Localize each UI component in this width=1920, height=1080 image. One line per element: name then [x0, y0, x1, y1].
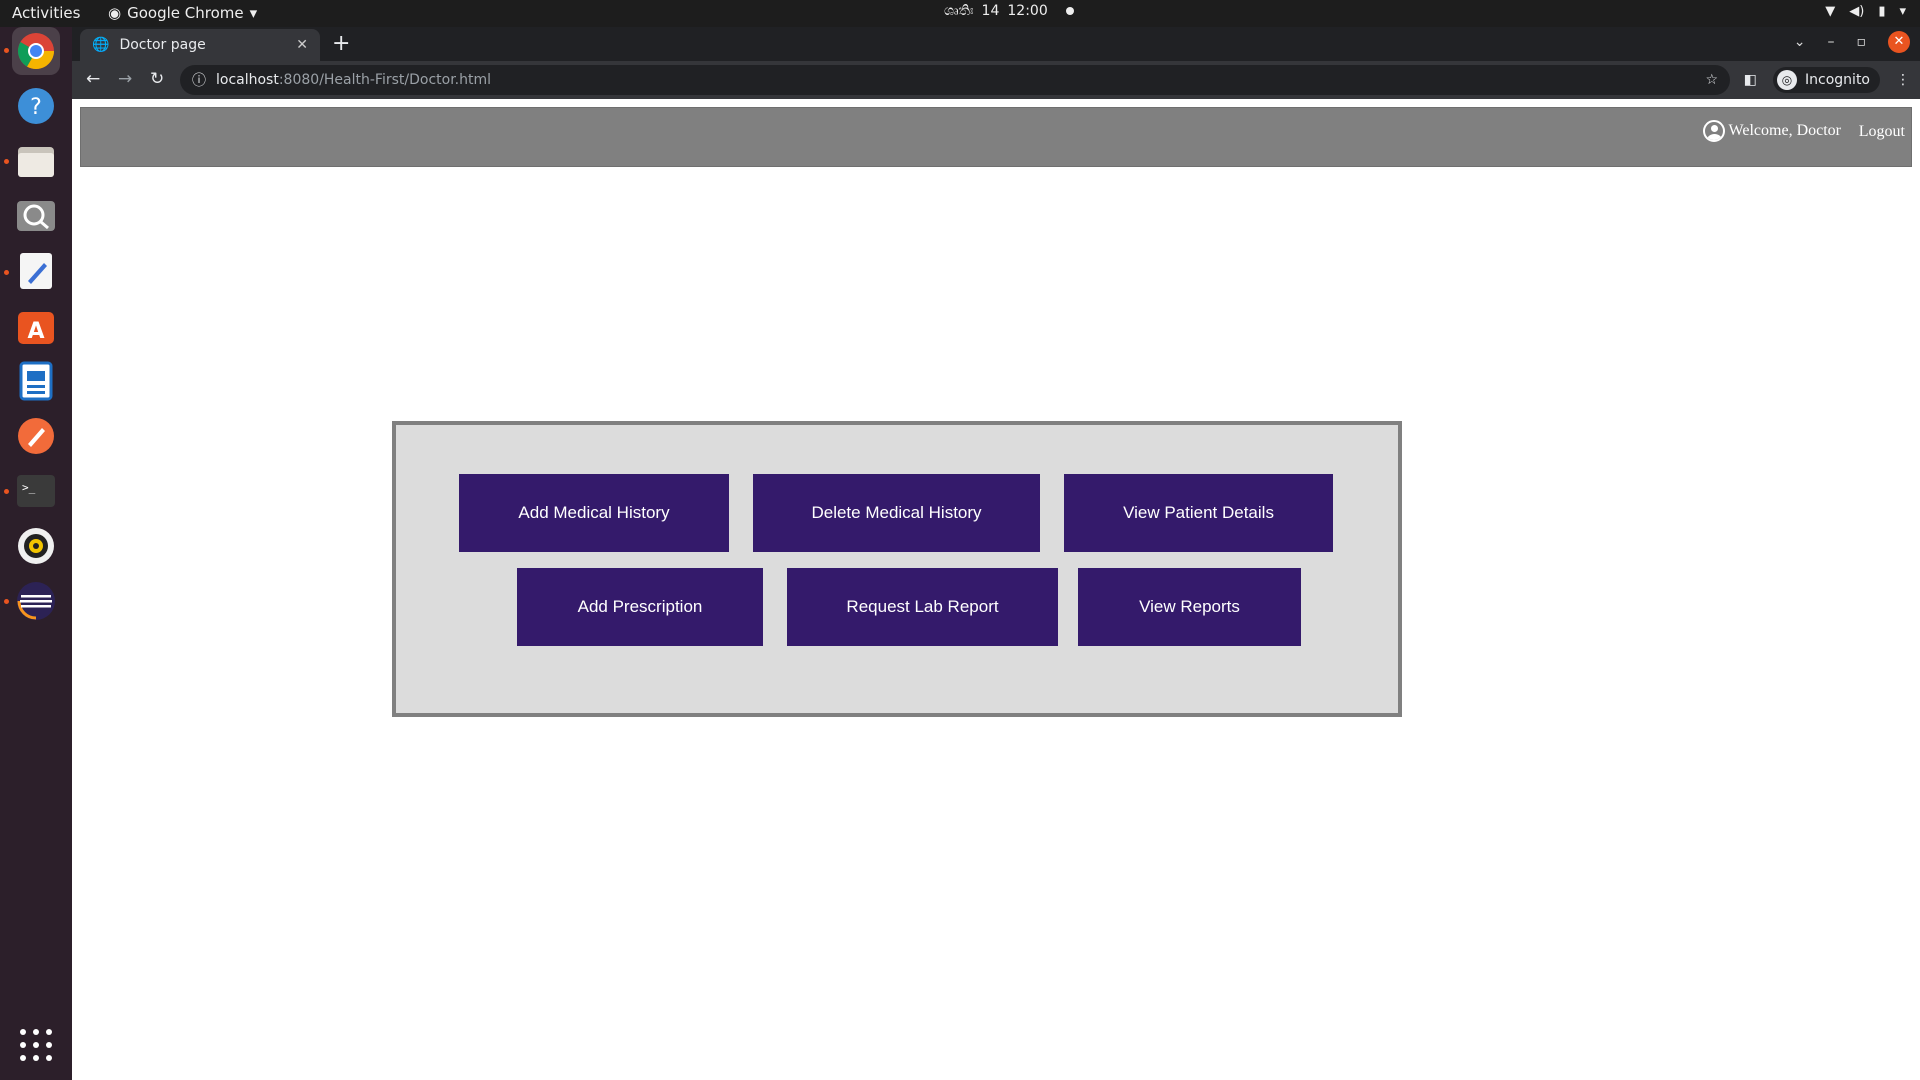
address-bar[interactable]: ⓘ localhost:8080/Health-First/Doctor.htm…: [180, 65, 1730, 95]
chevron-down-icon: ▾: [1899, 4, 1906, 19]
app-menu[interactable]: ◉ Google Chrome ▾: [108, 4, 257, 22]
add-prescription-button[interactable]: Add Prescription: [517, 568, 763, 646]
svg-text:?: ?: [30, 95, 42, 120]
terminal-icon[interactable]: >_: [12, 467, 60, 515]
view-patient-details-button[interactable]: View Patient Details: [1064, 474, 1333, 552]
writer-icon[interactable]: [12, 357, 60, 405]
close-icon[interactable]: ✕: [296, 37, 308, 53]
tab-search-icon[interactable]: ⌄: [1794, 34, 1806, 50]
forward-icon[interactable]: →: [118, 69, 132, 89]
svg-text:A: A: [27, 319, 44, 344]
doctor-actions-panel: Add Medical History Delete Medical Histo…: [392, 421, 1402, 717]
running-indicator: [4, 599, 9, 604]
bookmark-star-icon[interactable]: ☆: [1705, 72, 1718, 88]
battery-icon: ▮: [1878, 4, 1886, 19]
activities-button[interactable]: Activities: [12, 4, 80, 22]
app-menu-label: Google Chrome: [127, 4, 244, 22]
close-window-icon[interactable]: ✕: [1888, 31, 1910, 53]
tab-title: Doctor page: [119, 37, 206, 53]
eclipse-icon[interactable]: [12, 577, 60, 625]
globe-icon: 🌐: [92, 37, 110, 53]
tab-strip: 🌐 Doctor page ✕ + ⌄ – ▫ ✕: [72, 27, 1920, 61]
inkscape-icon[interactable]: [12, 412, 60, 460]
clock-time: 12:00: [1007, 3, 1048, 19]
user-avatar-icon: [1702, 120, 1725, 142]
chrome-small-icon: ◉: [108, 4, 122, 22]
welcome-text: Welcome, Doctor: [1728, 122, 1841, 139]
chrome-icon[interactable]: [12, 27, 60, 75]
search-icon[interactable]: [12, 192, 60, 240]
chevron-down-icon: ▾: [249, 4, 258, 22]
system-top-bar: Activities ◉ Google Chrome ▾ ශ්‍රුතිඃ 14…: [0, 0, 1920, 27]
url-host: localhost: [216, 72, 279, 88]
new-tab-button[interactable]: +: [332, 31, 350, 56]
web-page: Welcome, Doctor Logout Add Medical Histo…: [72, 99, 1920, 1080]
maximize-icon[interactable]: ▫: [1857, 34, 1867, 50]
tab-doctor-page[interactable]: 🌐 Doctor page ✕: [80, 29, 320, 61]
incognito-label: Incognito: [1805, 72, 1870, 88]
window-controls: ⌄ – ▫ ✕: [1794, 31, 1910, 53]
logout-link[interactable]: Logout: [1859, 123, 1905, 141]
running-indicator: [4, 159, 9, 164]
volume-icon: ◀): [1849, 4, 1865, 19]
rhythmbox-icon[interactable]: [12, 522, 60, 570]
add-medical-history-button[interactable]: Add Medical History: [459, 474, 729, 552]
text-editor-icon[interactable]: [12, 247, 60, 295]
toolbar-right: ◧ ◎ Incognito ⋮: [1744, 67, 1910, 93]
wifi-icon: ▼: [1825, 4, 1836, 19]
notification-dot-icon: [1065, 7, 1074, 15]
running-indicator: [4, 489, 9, 494]
clock-day: 14: [981, 3, 1000, 19]
incognito-icon: ◎: [1777, 70, 1798, 90]
view-reports-button[interactable]: View Reports: [1078, 568, 1301, 646]
clock-date: ශ්‍රුතිඃ: [944, 3, 974, 19]
svg-text:>_: >_: [22, 481, 36, 494]
back-icon[interactable]: ←: [86, 69, 100, 89]
software-icon[interactable]: A: [12, 302, 60, 350]
browser-toolbar: ← → ↻ ⓘ localhost:8080/Health-First/Doct…: [72, 61, 1920, 99]
delete-medical-history-button[interactable]: Delete Medical History: [753, 474, 1040, 552]
clock[interactable]: ශ්‍රුතිඃ 14 12:00: [944, 3, 1074, 19]
system-tray[interactable]: ▼ ◀) ▮ ▾: [1825, 4, 1906, 19]
side-panel-icon[interactable]: ◧: [1744, 72, 1757, 88]
help-icon[interactable]: ?: [12, 82, 60, 130]
running-indicator: [4, 48, 9, 53]
welcome-user: Welcome, Doctor: [1702, 120, 1841, 142]
info-icon[interactable]: ⓘ: [192, 70, 206, 90]
minimize-icon[interactable]: –: [1828, 34, 1835, 50]
dock: ? A >_: [0, 27, 72, 1080]
show-apps-icon[interactable]: [20, 1029, 52, 1061]
incognito-badge[interactable]: ◎ Incognito: [1773, 67, 1880, 93]
url-path: :8080/Health-First/Doctor.html: [278, 72, 492, 88]
request-lab-report-button[interactable]: Request Lab Report: [787, 568, 1058, 646]
files-icon[interactable]: [12, 137, 60, 185]
more-menu-icon[interactable]: ⋮: [1896, 72, 1910, 88]
running-indicator: [4, 270, 9, 275]
reload-icon[interactable]: ↻: [150, 69, 164, 89]
site-header: Welcome, Doctor Logout: [80, 107, 1912, 167]
